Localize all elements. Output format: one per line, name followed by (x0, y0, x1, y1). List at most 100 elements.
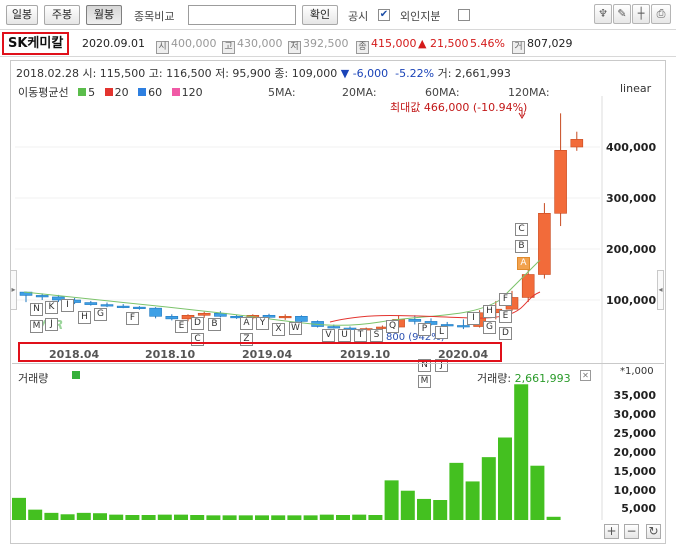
candle-body[interactable] (84, 302, 98, 305)
signal-k: K (45, 301, 58, 314)
volume-bar[interactable] (190, 515, 205, 520)
volume-bar[interactable] (174, 514, 188, 520)
volume-readout-value: 2,661,993 (514, 372, 571, 385)
volume-bar[interactable] (514, 384, 529, 520)
candle-body[interactable] (100, 304, 114, 307)
volume-bar[interactable] (76, 512, 91, 520)
vol-tick-30000: 30,000 (613, 408, 656, 421)
signal-a: A (240, 317, 253, 330)
signal-m2: M (418, 375, 431, 388)
signal-d: D (191, 317, 204, 330)
signal-b: B (208, 318, 221, 331)
signal-v: V (322, 329, 335, 342)
volume-bar[interactable] (481, 457, 496, 520)
volume-readout-label: 거래량: (477, 372, 512, 385)
volume-bar[interactable] (109, 514, 124, 520)
volume-bar[interactable] (498, 437, 512, 521)
reset-button[interactable]: ↻ (646, 524, 661, 539)
signal-b2: B (515, 240, 528, 253)
vol-tick-15000: 15,000 (613, 465, 656, 478)
volume-bar[interactable] (417, 498, 431, 520)
volume-bar[interactable] (238, 515, 253, 520)
candle-body[interactable] (521, 274, 535, 298)
signal-a2: A (517, 257, 530, 270)
candle-body[interactable] (165, 316, 179, 320)
candle-body[interactable] (278, 316, 292, 319)
signal-l: L (435, 326, 448, 339)
date-tick-2019-10: 2019.10 (340, 348, 391, 361)
volume-bar[interactable] (400, 490, 415, 520)
candle-body[interactable] (197, 312, 211, 316)
signal-j: J (45, 318, 58, 331)
signal-h: H (78, 311, 91, 324)
volume-bar[interactable] (319, 514, 334, 520)
volume-bar[interactable] (368, 515, 383, 520)
volume-bar[interactable] (141, 515, 156, 520)
candle-body[interactable] (538, 213, 551, 275)
signal-q: Q (386, 320, 399, 333)
signal-p: P (418, 323, 431, 336)
signal-i2: I (467, 312, 480, 325)
volume-bar[interactable] (271, 515, 286, 520)
volume-bar[interactable] (352, 514, 367, 520)
candle-body[interactable] (35, 295, 49, 298)
volume-bar[interactable] (125, 515, 140, 520)
vol-tick-5000: 5,000 (621, 502, 656, 515)
signal-m: M (30, 320, 43, 333)
candle-body[interactable] (295, 316, 308, 322)
signal-y: Y (256, 317, 269, 330)
candle-body[interactable] (149, 307, 162, 317)
signal-e2: E (499, 310, 512, 323)
vol-tick-35000: 35,000 (613, 389, 656, 402)
volume-bar[interactable] (60, 514, 75, 520)
candle-body[interactable] (133, 306, 146, 309)
volume-bar[interactable] (93, 513, 107, 520)
volume-bar[interactable] (44, 512, 59, 520)
volume-bar[interactable] (384, 480, 399, 520)
volume-bar[interactable] (255, 515, 269, 520)
signal-w: W (289, 322, 302, 335)
candle-body[interactable] (554, 150, 567, 214)
candle-body[interactable] (457, 325, 470, 328)
volume-bar[interactable] (465, 481, 480, 520)
volume-bar[interactable] (449, 462, 464, 520)
signal-n: N (30, 303, 43, 316)
vol-tick-25000: 25,000 (613, 427, 656, 440)
signal-x: X (272, 323, 285, 336)
candle-body[interactable] (116, 305, 130, 308)
left-panel-toggle[interactable]: ▸ (10, 270, 17, 310)
volume-bar[interactable] (287, 515, 302, 520)
candle-body[interactable] (327, 326, 341, 329)
volume-bar[interactable] (336, 515, 350, 520)
vol-tick-10000: 10,000 (613, 484, 656, 497)
right-panel-toggle[interactable]: ◂ (657, 270, 664, 310)
volume-bar[interactable] (28, 509, 43, 520)
close-volume-icon[interactable]: ✕ (580, 370, 591, 381)
candle-body[interactable] (408, 319, 422, 322)
volume-swatch (72, 371, 80, 379)
volume-readout: 거래량: 2,661,993 (477, 370, 571, 386)
signal-c2: C (515, 223, 528, 236)
volume-bar[interactable] (222, 515, 237, 520)
candle-body[interactable] (570, 139, 584, 148)
signal-g: G (94, 308, 107, 321)
volume-bar[interactable] (546, 516, 561, 520)
signal-t: T (354, 329, 367, 342)
volume-title: 거래량 (18, 372, 49, 385)
signal-h2: H (483, 305, 496, 318)
volume-bar[interactable] (157, 514, 172, 520)
signal-g2: G (483, 321, 496, 334)
volume-bar[interactable] (303, 515, 318, 520)
signal-s: S (370, 329, 383, 342)
zoom-out-button[interactable]: − (624, 524, 639, 539)
zoom-in-button[interactable]: + (604, 524, 619, 539)
signal-i: I (61, 299, 74, 312)
volume-bar[interactable] (206, 515, 221, 520)
volume-bar[interactable] (433, 500, 448, 520)
volume-bar[interactable] (12, 497, 26, 520)
panel-divider[interactable] (12, 363, 664, 364)
price-chart[interactable] (0, 0, 676, 548)
volume-unit: *1,000 (620, 366, 654, 377)
volume-bar[interactable] (530, 465, 545, 520)
signal-f2: F (499, 293, 512, 306)
